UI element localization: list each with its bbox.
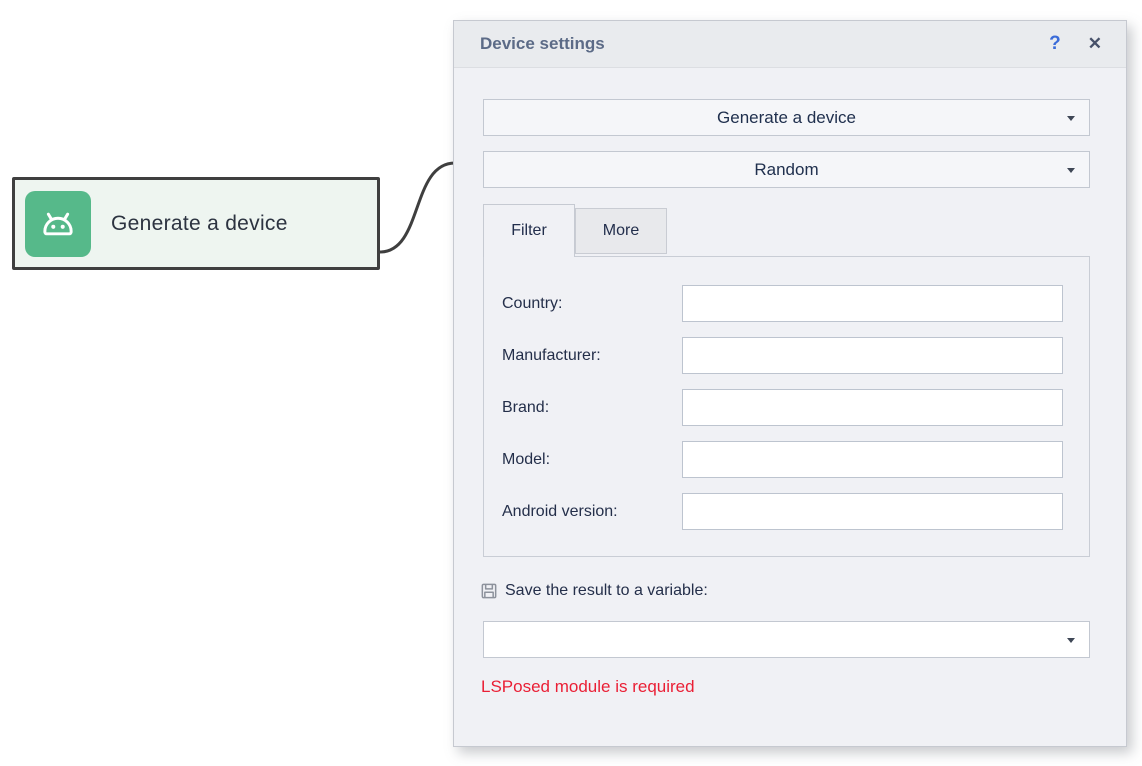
model-input[interactable] <box>682 441 1063 478</box>
chevron-down-icon <box>1067 638 1075 643</box>
field-row-model: Model: <box>484 441 1089 478</box>
help-icon[interactable]: ? <box>1049 33 1061 55</box>
country-label: Country: <box>502 285 562 322</box>
save-variable-label: Save the result to a variable: <box>505 582 708 600</box>
field-row-country: Country: <box>484 285 1089 322</box>
node-label: Generate a device <box>111 212 288 236</box>
save-variable-row: Save the result to a variable: <box>479 578 708 604</box>
tab-filter[interactable]: Filter <box>483 204 575 257</box>
action-node-generate-device[interactable]: Generate a device <box>12 177 380 270</box>
field-row-android-version: Android version: <box>484 493 1089 530</box>
action-select-value: Generate a device <box>717 108 856 128</box>
field-row-manufacturer: Manufacturer: <box>484 337 1089 374</box>
field-row-brand: Brand: <box>484 389 1089 426</box>
variable-select[interactable] <box>483 621 1090 658</box>
node-connector-wire <box>375 148 465 260</box>
save-icon <box>479 581 499 601</box>
warning-message: LSPosed module is required <box>481 677 695 697</box>
device-settings-dialog: Device settings ? ✕ Generate a device Ra… <box>453 20 1127 747</box>
country-input[interactable] <box>682 285 1063 322</box>
dialog-title: Device settings <box>454 34 605 54</box>
workspace-canvas: Generate a device Device settings ? ✕ Ge… <box>0 0 1142 766</box>
android-version-input[interactable] <box>682 493 1063 530</box>
tab-more-label: More <box>603 222 639 240</box>
filter-groupbox: Country: Manufacturer: Brand: Model: And… <box>483 256 1090 557</box>
mode-select[interactable]: Random <box>483 151 1090 188</box>
manufacturer-input[interactable] <box>682 337 1063 374</box>
dialog-titlebar[interactable]: Device settings ? ✕ <box>454 21 1126 68</box>
chevron-down-icon <box>1067 116 1075 121</box>
titlebar-actions: ? ✕ <box>1049 33 1126 55</box>
android-icon <box>25 191 91 257</box>
mode-select-value: Random <box>754 160 818 180</box>
model-label: Model: <box>502 441 550 478</box>
close-icon[interactable]: ✕ <box>1088 34 1102 54</box>
brand-label: Brand: <box>502 389 549 426</box>
tab-more[interactable]: More <box>575 208 667 254</box>
manufacturer-label: Manufacturer: <box>502 337 601 374</box>
android-version-label: Android version: <box>502 493 618 530</box>
tab-filter-label: Filter <box>511 222 547 240</box>
action-select[interactable]: Generate a device <box>483 99 1090 136</box>
brand-input[interactable] <box>682 389 1063 426</box>
chevron-down-icon <box>1067 168 1075 173</box>
